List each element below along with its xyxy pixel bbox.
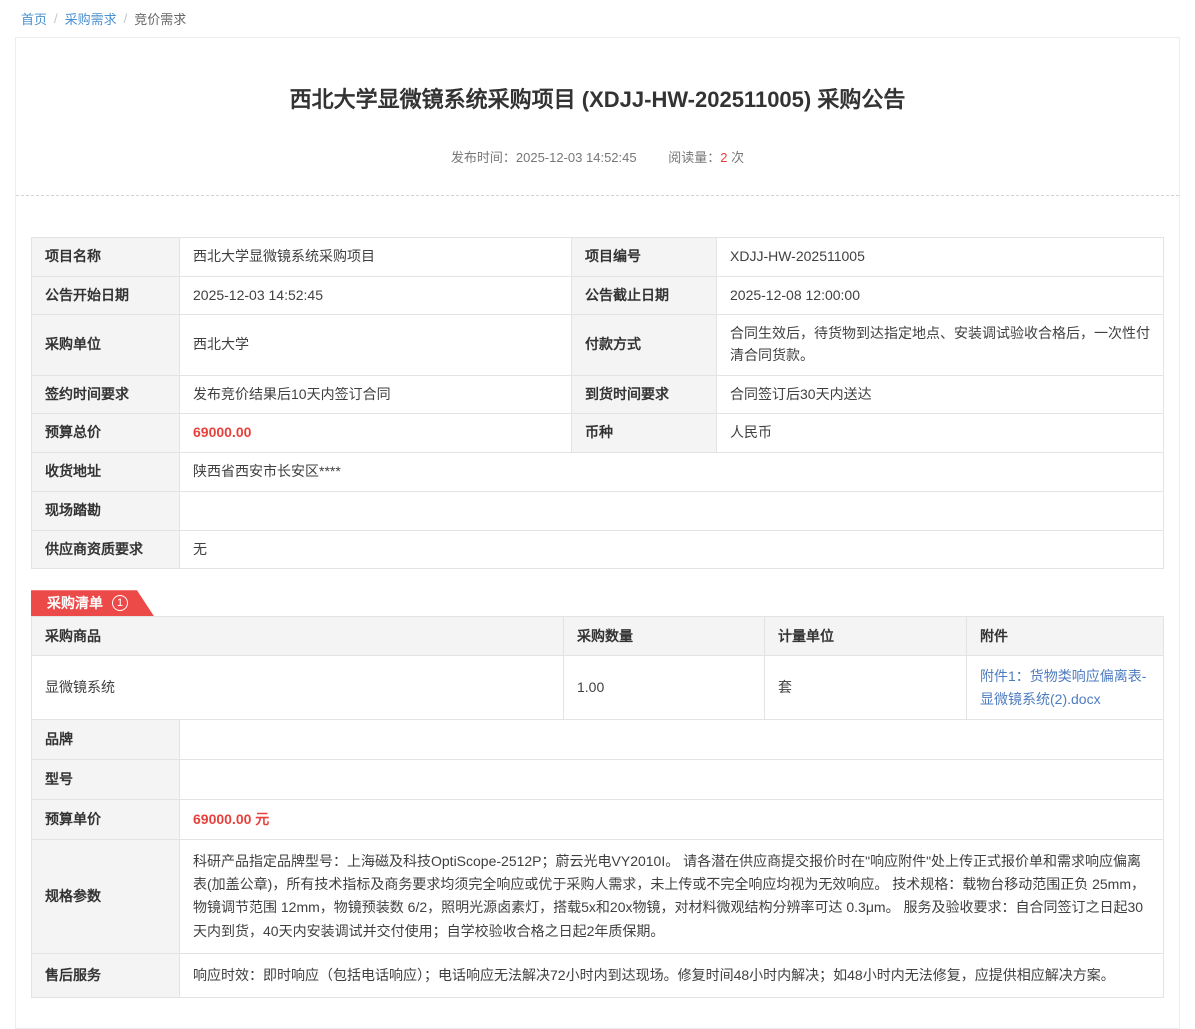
buyer-label: 采购单位 — [32, 315, 180, 375]
table-row: 公告开始日期 2025-12-03 14:52:45 公告截止日期 2025-1… — [32, 276, 1164, 315]
breadcrumb: 首页 / 采购需求 / 竞价需求 — [0, 0, 1195, 37]
end-date-label: 公告截止日期 — [572, 276, 717, 315]
breadcrumb-current-page: 竞价需求 — [134, 9, 186, 28]
notice-meta: 发布时间：2025-12-03 14:52:45 阅读量：2 次 — [16, 147, 1179, 166]
address-label: 收货地址 — [32, 453, 180, 492]
purchase-list-section-header: 采购清单 1 — [31, 590, 1164, 616]
end-date-value: 2025-12-08 12:00:00 — [717, 276, 1164, 315]
column-quantity: 采购数量 — [564, 617, 765, 656]
after-sales-value: 响应时效：即时响应（包括电话响应）；电话响应无法解决72小时内到达现场。修复时间… — [180, 953, 1164, 997]
table-row: 显微镜系统 1.00 套 附件1：货物类响应偏离表-显微镜系统(2).docx — [32, 656, 1164, 720]
read-count: 阅读量：2 次 — [668, 150, 744, 165]
purchase-list-tab: 采购清单 1 — [31, 590, 154, 616]
start-date-label: 公告开始日期 — [32, 276, 180, 315]
site-visit-value — [180, 491, 1164, 530]
purchase-items-table: 采购商品 采购数量 计量单位 附件 显微镜系统 1.00 套 附件1：货物类响应… — [31, 616, 1164, 720]
spec-value: 科研产品指定品牌型号：上海磁及科技OptiScope-2512P；蔚云光电VY2… — [180, 840, 1164, 953]
table-row: 现场踏勘 — [32, 491, 1164, 530]
payment-label: 付款方式 — [572, 315, 717, 375]
product-quantity: 1.00 — [564, 656, 765, 720]
attachment-link[interactable]: 附件1：货物类响应偏离表-显微镜系统(2).docx — [980, 668, 1146, 706]
model-value — [180, 760, 1164, 800]
read-count-value: 2 — [720, 150, 727, 165]
project-no-value: XDJJ-HW-202511005 — [717, 238, 1164, 277]
product-unit: 套 — [765, 656, 967, 720]
breadcrumb-separator: / — [54, 11, 58, 26]
breadcrumb-purchase-demand-link[interactable]: 采购需求 — [65, 9, 117, 28]
column-product: 采购商品 — [32, 617, 564, 656]
sign-time-value: 发布竞价结果后10天内签订合同 — [180, 375, 572, 414]
breadcrumb-separator: / — [124, 11, 128, 26]
budget-total-value: 69000.00 — [180, 414, 572, 453]
model-label: 型号 — [32, 760, 180, 800]
qualification-label: 供应商资质要求 — [32, 530, 180, 569]
delivery-time-label: 到货时间要求 — [572, 375, 717, 414]
start-date-value: 2025-12-03 14:52:45 — [180, 276, 572, 315]
publish-time: 发布时间：2025-12-03 14:52:45 — [451, 150, 637, 165]
address-value: 陕西省西安市长安区**** — [180, 453, 1164, 492]
unit-price-value: 69000.00 元 — [180, 800, 1164, 840]
brand-label: 品牌 — [32, 719, 180, 759]
product-name: 显微镜系统 — [32, 656, 564, 720]
table-row: 品牌 — [32, 719, 1164, 759]
currency-value: 人民币 — [717, 414, 1164, 453]
column-attachment: 附件 — [967, 617, 1164, 656]
table-row: 采购单位 西北大学 付款方式 合同生效后，待货物到达指定地点、安装调试验收合格后… — [32, 315, 1164, 375]
breadcrumb-home-link[interactable]: 首页 — [21, 9, 47, 28]
site-visit-label: 现场踏勘 — [32, 491, 180, 530]
notice-card: 西北大学显微镜系统采购项目 (XDJJ-HW-202511005) 采购公告 发… — [15, 37, 1180, 1029]
table-row: 型号 — [32, 760, 1164, 800]
table-row: 项目名称 西北大学显微镜系统采购项目 项目编号 XDJJ-HW-20251100… — [32, 238, 1164, 277]
sign-time-label: 签约时间要求 — [32, 375, 180, 414]
table-row: 售后服务 响应时效：即时响应（包括电话响应）；电话响应无法解决72小时内到达现场… — [32, 953, 1164, 997]
budget-total-label: 预算总价 — [32, 414, 180, 453]
after-sales-label: 售后服务 — [32, 953, 180, 997]
table-row: 预算总价 69000.00 币种 人民币 — [32, 414, 1164, 453]
spec-label: 规格参数 — [32, 840, 180, 953]
qualification-value: 无 — [180, 530, 1164, 569]
column-unit: 计量单位 — [765, 617, 967, 656]
table-row: 供应商资质要求 无 — [32, 530, 1164, 569]
table-row: 签约时间要求 发布竞价结果后10天内签订合同 到货时间要求 合同签订后30天内送… — [32, 375, 1164, 414]
page-title: 西北大学显微镜系统采购项目 (XDJJ-HW-202511005) 采购公告 — [16, 82, 1179, 114]
unit-price-label: 预算单价 — [32, 800, 180, 840]
table-row: 规格参数 科研产品指定品牌型号：上海磁及科技OptiScope-2512P；蔚云… — [32, 840, 1164, 953]
item-detail-table: 品牌 型号 预算单价 69000.00 元 规格参数 科研产品指定品牌型号：上海… — [31, 719, 1164, 998]
purchase-list-tab-label: 采购清单 — [47, 593, 103, 613]
payment-value: 合同生效后，待货物到达指定地点、安装调试验收合格后，一次性付清合同货款。 — [717, 315, 1164, 375]
buyer-value: 西北大学 — [180, 315, 572, 375]
table-row: 收货地址 陕西省西安市长安区**** — [32, 453, 1164, 492]
project-info-table: 项目名称 西北大学显微镜系统采购项目 项目编号 XDJJ-HW-20251100… — [31, 237, 1164, 569]
project-no-label: 项目编号 — [572, 238, 717, 277]
table-header-row: 采购商品 采购数量 计量单位 附件 — [32, 617, 1164, 656]
divider — [16, 195, 1179, 196]
table-row: 预算单价 69000.00 元 — [32, 800, 1164, 840]
project-name-label: 项目名称 — [32, 238, 180, 277]
delivery-time-value: 合同签订后30天内送达 — [717, 375, 1164, 414]
project-name-value: 西北大学显微镜系统采购项目 — [180, 238, 572, 277]
list-count-badge: 1 — [112, 595, 128, 611]
currency-label: 币种 — [572, 414, 717, 453]
brand-value — [180, 719, 1164, 759]
